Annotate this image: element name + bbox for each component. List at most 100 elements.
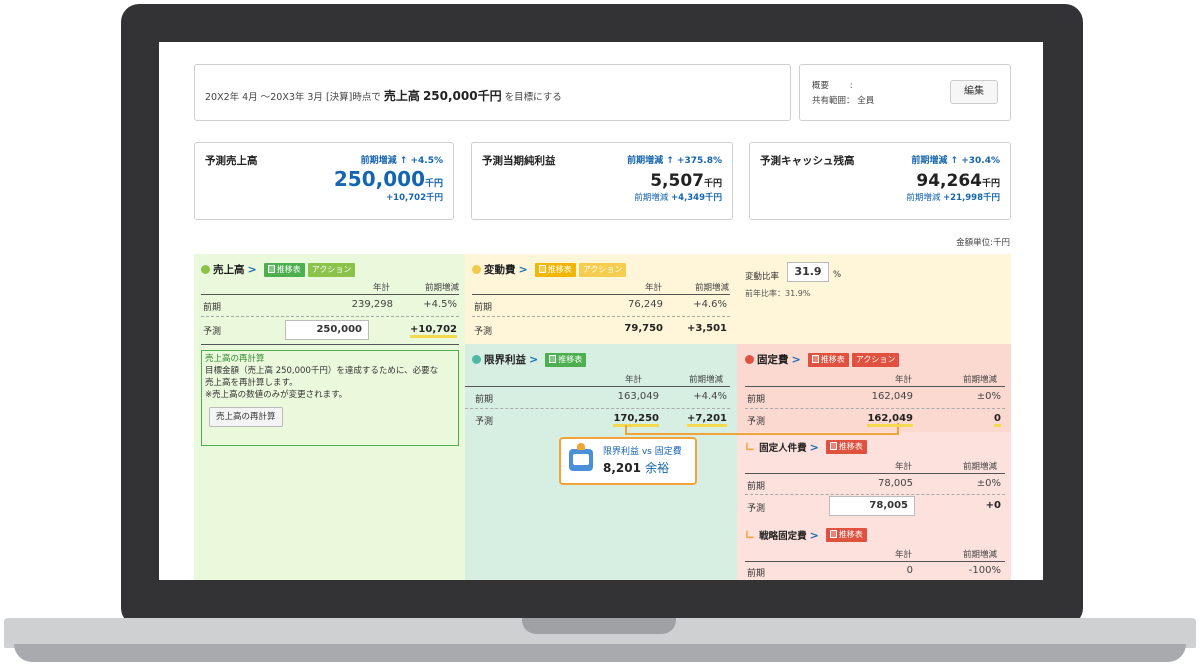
row-label: 前期	[474, 303, 493, 313]
variable-chart-tag[interactable]: 推移表	[534, 262, 576, 277]
kpi-sub: 前期増減 +21,998千円	[906, 193, 1000, 203]
personnel-header: ∟ 固定人件費 > 推移表	[745, 440, 867, 454]
ratio-label: 変動比率	[745, 272, 780, 282]
kpi-sub: 前期増減 +4,349千円	[634, 193, 722, 203]
row-delta: ±0%	[976, 478, 1001, 489]
prev-ratio: 前年比率：31.9%	[745, 289, 811, 298]
chevron-right-icon[interactable]: >	[810, 529, 819, 542]
sales-forecast-input[interactable]: 250,000	[285, 320, 369, 340]
row-label: 予測	[474, 327, 493, 337]
chevron-right-icon[interactable]: >	[519, 263, 528, 276]
kpi-delta: 前期増減 ↑ +375.8%	[627, 156, 722, 166]
row-value: 162,049	[839, 413, 913, 427]
margin-vs-fixed-callout: 限界利益 vs 固定費 8,201 余裕	[559, 437, 697, 485]
personnel-forecast-input[interactable]: 78,005	[829, 496, 915, 516]
personnel-chart-tag[interactable]: 推移表	[825, 440, 867, 454]
laptop-base-bottom	[14, 644, 1186, 662]
divider	[201, 316, 459, 317]
table-icon	[811, 354, 819, 363]
margin-chart-tag[interactable]: 推移表	[545, 352, 587, 367]
row-value: 162,049	[871, 391, 913, 402]
col-year: 年計	[625, 375, 643, 385]
chevron-right-icon[interactable]: >	[529, 353, 538, 366]
row-delta: ±0%	[976, 391, 1001, 402]
variable-action-tag[interactable]: アクション	[578, 262, 627, 277]
row-value: 170,250	[579, 413, 659, 427]
status-dot	[201, 265, 210, 274]
divider	[745, 473, 1005, 474]
kpi-value: 5,507千円	[650, 171, 722, 191]
row-label: 予測	[203, 327, 222, 337]
row-value: 79,750	[624, 323, 663, 334]
goal-prefix: 20X2年 4月 ～20X3年 3月 [決算]時点で	[205, 92, 381, 103]
row-label: 予測	[475, 417, 494, 427]
row-delta: +0	[985, 500, 1001, 511]
variable-ratio-input[interactable]: 31.9	[787, 262, 829, 282]
overview-value: :	[849, 81, 853, 91]
row-delta: +4.6%	[693, 299, 727, 310]
fixed-action-tag[interactable]: アクション	[851, 352, 900, 367]
kpi-value: 94,264千円	[916, 171, 1000, 191]
recalc-button[interactable]: 売上高の再計算	[209, 407, 283, 427]
corner-icon: ∟	[745, 528, 756, 542]
arrow-up-icon: ↑	[399, 156, 408, 166]
variable-title: 変動費	[484, 264, 516, 276]
share-value: 全員	[857, 96, 875, 106]
row-value: 76,249	[628, 299, 663, 310]
ratio-unit: %	[833, 270, 842, 280]
sales-header: 売上高 > 推移表 アクション	[201, 262, 356, 277]
divider	[745, 386, 1005, 387]
row-label: 前期	[747, 395, 766, 405]
sales-chart-tag[interactable]: 推移表	[263, 262, 305, 277]
divider	[465, 408, 730, 409]
chevron-right-icon[interactable]: >	[792, 353, 801, 366]
row-delta: +3,501	[686, 323, 727, 334]
strategic-chart-tag[interactable]: 推移表	[825, 528, 867, 542]
goal-amount: 250,000千円	[422, 89, 502, 103]
recalc-title: 売上高の再計算	[205, 354, 265, 364]
callout-title: 限界利益 vs 固定費	[603, 447, 682, 457]
chevron-right-icon[interactable]: >	[248, 263, 257, 276]
row-value: 239,298	[351, 299, 393, 310]
corner-icon: ∟	[745, 440, 756, 454]
col-delta: 前期増減	[689, 375, 724, 385]
row-delta: 0	[943, 413, 1001, 427]
col-delta: 前期増減	[963, 550, 998, 560]
kpi-card-cash: 予測キャッシュ残高 前期増減 ↑ +30.4% 94,264千円 前期増減 +2…	[749, 142, 1011, 220]
divider	[745, 494, 1005, 495]
kpi-card-net-profit: 予測当期純利益 前期増減 ↑ +375.8% 5,507千円 前期増減 +4,3…	[471, 142, 733, 220]
row-delta: +7,201	[669, 413, 727, 427]
chevron-right-icon[interactable]: >	[810, 441, 819, 454]
row-label: 前期	[203, 303, 222, 313]
row-delta: -100%	[968, 565, 1001, 576]
goal-meta-card: 概要 : 共有範囲： 全員 編集	[799, 64, 1011, 121]
divider	[745, 408, 1005, 409]
status-dot	[472, 355, 481, 364]
row-label: 予測	[747, 504, 766, 514]
unit-note: 金額単位:千円	[956, 238, 1010, 248]
row-value: 163,049	[617, 391, 659, 402]
divider	[745, 561, 1005, 562]
fixed-header: 固定費 > 推移表 アクション	[745, 352, 900, 367]
robot-icon	[569, 443, 593, 471]
fixed-chart-tag[interactable]: 推移表	[807, 352, 849, 367]
kpi-title: 予測当期純利益	[482, 155, 556, 167]
col-delta: 前期増減	[963, 462, 998, 472]
status-dot	[745, 355, 754, 364]
fixed-title: 固定費	[757, 354, 789, 366]
row-value: 78,005	[878, 478, 913, 489]
kpi-sub: +10,702千円	[386, 193, 443, 203]
col-delta: 前期増減	[425, 283, 460, 293]
share-label: 共有範囲：	[812, 96, 855, 106]
row-label: 前期	[747, 569, 766, 579]
table-icon	[549, 354, 557, 363]
strategic-title: 戦略固定費	[759, 531, 807, 542]
overview-row: 概要 :	[812, 79, 853, 91]
col-year: 年計	[645, 283, 663, 293]
table-icon	[829, 530, 837, 538]
sales-action-tag[interactable]: アクション	[307, 262, 356, 277]
col-year: 年計	[895, 462, 913, 472]
connector-line	[625, 433, 899, 435]
edit-button[interactable]: 編集	[950, 80, 998, 104]
row-label: 予測	[747, 417, 766, 427]
